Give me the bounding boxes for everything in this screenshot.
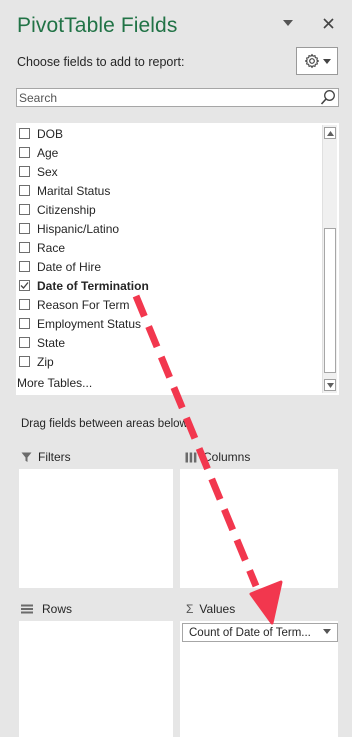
caret-down-icon[interactable] <box>323 629 331 634</box>
field-checkbox[interactable] <box>19 128 30 139</box>
field-item[interactable]: Employment Status <box>16 314 141 333</box>
filters-area-header: Filters <box>21 450 71 464</box>
panel-title: PivotTable Fields <box>17 14 178 37</box>
columns-area-label: Columns <box>203 450 251 464</box>
values-field-count-date-of-termination[interactable]: Count of Date of Term... <box>182 623 338 642</box>
field-item[interactable]: Reason For Term <box>16 295 129 314</box>
field-label: Zip <box>37 354 54 369</box>
search-icon[interactable] <box>320 89 336 106</box>
columns-drop-zone[interactable] <box>180 469 338 588</box>
field-checkbox[interactable] <box>19 299 30 310</box>
field-item[interactable]: Hispanic/Latino <box>16 219 119 238</box>
field-label: Date of Termination <box>37 278 149 293</box>
sigma-icon: Σ <box>186 602 194 616</box>
field-label: Date of Hire <box>37 259 102 274</box>
field-item[interactable]: DOB <box>16 124 63 143</box>
search-input[interactable] <box>17 89 319 106</box>
field-checkbox[interactable] <box>19 223 30 234</box>
values-area-label: Values <box>199 602 236 616</box>
field-list-scrollbar[interactable] <box>322 125 337 393</box>
field-item[interactable]: Citizenship <box>16 200 96 219</box>
filters-area-label: Filters <box>38 450 71 464</box>
columns-area-header: Columns <box>185 450 250 464</box>
field-item[interactable]: Sex <box>16 162 58 181</box>
caret-down-icon <box>283 20 293 26</box>
field-item[interactable]: Age <box>16 143 58 162</box>
field-item[interactable]: Zip <box>16 352 54 371</box>
rows-area-label: Rows <box>42 602 73 616</box>
task-pane-options-button[interactable] <box>277 12 299 34</box>
scroll-up-icon <box>326 130 334 136</box>
search-box[interactable] <box>16 88 339 107</box>
gear-icon <box>304 53 319 69</box>
field-label: Employment Status <box>37 316 142 331</box>
scroll-down-icon <box>326 382 334 388</box>
field-label: Sex <box>37 164 58 179</box>
field-checkbox[interactable] <box>19 280 30 291</box>
scroll-down-button[interactable] <box>324 379 336 391</box>
values-area-header: Σ Values <box>186 602 235 616</box>
more-tables-link[interactable]: More Tables... <box>17 376 92 390</box>
rows-icon <box>21 604 33 614</box>
scroll-up-button[interactable] <box>324 127 336 139</box>
columns-icon <box>185 452 197 462</box>
field-checkbox[interactable] <box>19 147 30 158</box>
tools-settings-button[interactable] <box>296 47 338 75</box>
field-label: Race <box>37 240 66 255</box>
field-checkbox[interactable] <box>19 242 30 253</box>
rows-drop-zone[interactable] <box>19 621 173 737</box>
filter-icon <box>21 452 32 462</box>
field-checkbox[interactable] <box>19 166 30 177</box>
field-label: Citizenship <box>37 202 96 217</box>
checkmark-icon <box>20 282 29 289</box>
field-list[interactable]: More Tables... DOB Age Sex Marital Status Ci… <box>16 123 339 395</box>
field-item[interactable]: Date of Hire <box>16 257 101 276</box>
caret-down-icon <box>322 58 331 64</box>
field-checkbox[interactable] <box>19 185 30 196</box>
close-icon <box>322 17 334 29</box>
field-item[interactable]: Race <box>16 238 65 257</box>
scroll-thumb[interactable] <box>324 228 336 373</box>
close-button[interactable] <box>317 12 339 34</box>
field-checkbox[interactable] <box>19 261 30 272</box>
filters-drop-zone[interactable] <box>19 469 173 588</box>
field-label: Marital Status <box>37 183 111 198</box>
choose-fields-label: Choose fields to add to report: <box>17 55 185 69</box>
field-item[interactable]: State <box>16 333 65 352</box>
field-item[interactable]: Date of Termination <box>16 276 149 295</box>
field-label: Hispanic/Latino <box>37 221 120 236</box>
field-checkbox[interactable] <box>19 356 30 367</box>
field-item[interactable]: Marital Status <box>16 181 110 200</box>
field-label: Reason For Term <box>37 297 130 312</box>
field-label: Age <box>37 145 59 160</box>
field-label: State <box>37 335 66 350</box>
field-checkbox[interactable] <box>19 337 30 348</box>
field-checkbox[interactable] <box>19 204 30 215</box>
rows-area-header: Rows <box>21 602 72 616</box>
field-checkbox[interactable] <box>19 318 30 329</box>
values-field-label: Count of Date of Term... <box>189 626 311 639</box>
drag-fields-hint: Drag fields between areas below: <box>21 418 192 430</box>
field-label: DOB <box>37 126 64 141</box>
